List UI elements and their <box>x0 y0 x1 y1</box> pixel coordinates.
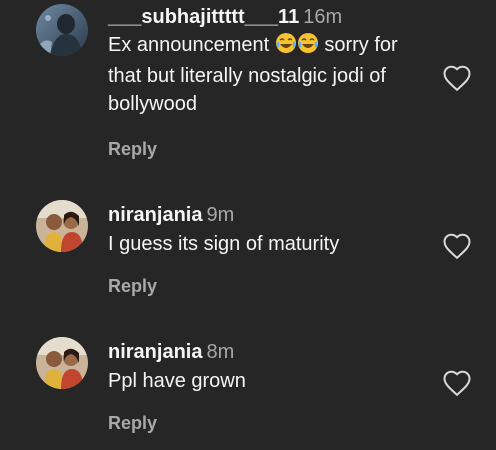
laughing-tears-emoji-icon <box>275 32 297 62</box>
heart-outline-icon <box>443 233 471 259</box>
like-button[interactable] <box>442 64 472 92</box>
comment-text: I guess its sign of maturity <box>108 233 340 255</box>
comment-header: niranjania 8m <box>108 340 428 364</box>
comment-username[interactable]: ___subhajittttt___11 <box>108 6 299 28</box>
laughing-tears-emoji-icon <box>297 32 319 62</box>
comment-timestamp: 16m <box>303 6 343 28</box>
avatar[interactable] <box>36 4 88 56</box>
comment-username[interactable]: niranjania <box>108 204 202 226</box>
heart-outline-icon <box>443 65 471 91</box>
like-button[interactable] <box>442 369 472 397</box>
avatar[interactable] <box>36 200 88 252</box>
comment-timestamp: 8m <box>206 341 235 363</box>
comment-header: niranjania 9m <box>108 203 428 227</box>
heart-outline-icon <box>443 370 471 396</box>
like-button[interactable] <box>442 232 472 260</box>
reply-button[interactable]: Reply <box>108 276 157 297</box>
reply-button[interactable]: Reply <box>108 413 157 434</box>
reply-button[interactable]: Reply <box>108 139 157 160</box>
comment-text: Ex announcement sorry for that but liter… <box>108 31 428 118</box>
comment-timestamp: 9m <box>206 204 235 226</box>
comment-text: Ppl have grown <box>108 370 246 392</box>
comment-username[interactable]: niranjania <box>108 341 202 363</box>
comment-header: ___subhajittttt___11 16m <box>108 5 428 29</box>
avatar[interactable] <box>36 337 88 389</box>
comment-text-part: Ex announcement <box>108 34 275 56</box>
